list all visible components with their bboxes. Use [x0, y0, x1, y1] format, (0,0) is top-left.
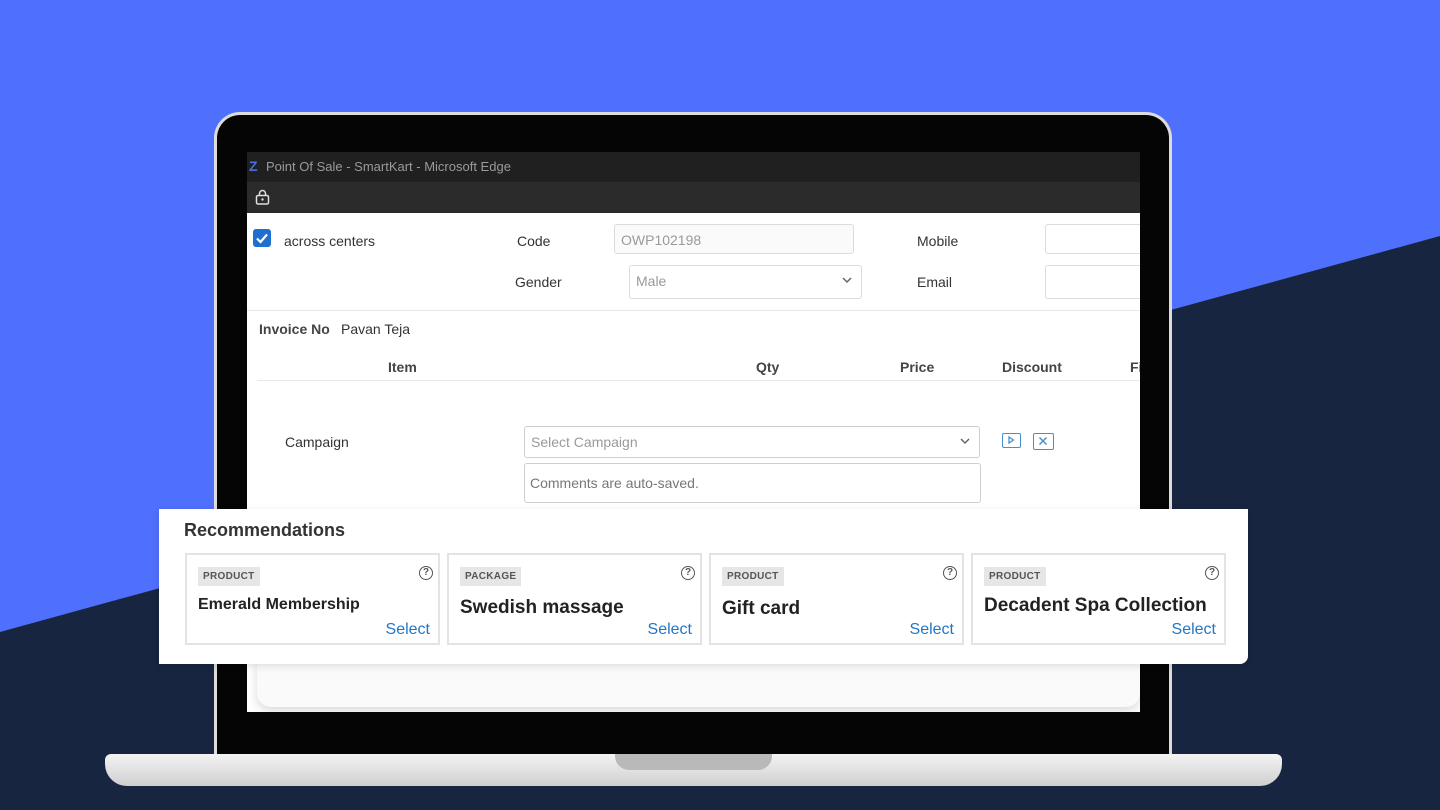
invoice-value: Pavan Teja — [341, 321, 411, 337]
invoice-label: Invoice No — [259, 321, 330, 337]
code-value: OWP102198 — [621, 232, 702, 248]
recommendation-card: PRODUCT ? Decadent Spa Collection Select — [971, 553, 1226, 645]
gender-select[interactable]: Male — [629, 265, 862, 299]
column-header-qty: Qty — [756, 359, 780, 375]
help-circle-icon[interactable]: ? — [681, 566, 695, 580]
recommendation-card: PACKAGE ? Swedish massage Select — [447, 553, 702, 645]
window-titlebar: Z Point Of Sale - SmartKart - Microsoft … — [247, 152, 1140, 182]
help-circle-icon[interactable]: ? — [943, 566, 957, 580]
close-button[interactable] — [1033, 433, 1054, 450]
item-name: Gift card — [722, 598, 801, 619]
help-circle-icon[interactable]: ? — [1205, 566, 1219, 580]
mobile-field[interactable] — [1045, 224, 1140, 254]
select-button[interactable]: Select — [910, 621, 954, 639]
email-field[interactable] — [1045, 265, 1140, 299]
gender-value: Male — [636, 273, 667, 289]
mobile-label: Mobile — [917, 233, 959, 249]
recommendations-title: Recommendations — [184, 520, 346, 540]
code-label: Code — [517, 233, 551, 249]
comments-placeholder: Comments are auto-saved. — [530, 475, 699, 491]
item-name: Swedish massage — [460, 597, 624, 618]
footer-panel — [257, 659, 1140, 707]
table-header-divider — [257, 380, 1140, 381]
item-type-badge: PRODUCT — [198, 567, 260, 586]
column-header-discount: Discount — [1002, 359, 1062, 375]
comments-textarea[interactable]: Comments are auto-saved. — [524, 463, 981, 503]
select-button[interactable]: Select — [1172, 621, 1216, 639]
item-name: Decadent Spa Collection — [984, 595, 1207, 616]
select-button[interactable]: Select — [386, 621, 430, 639]
item-type-badge: PRODUCT — [984, 567, 1046, 586]
select-button[interactable]: Select — [648, 621, 692, 639]
email-label: Email — [917, 274, 953, 290]
play-button[interactable] — [1002, 433, 1021, 448]
recommendation-card: PRODUCT ? Emerald Membership Select — [185, 553, 440, 645]
window-title: Point Of Sale - SmartKart - Microsoft Ed… — [266, 159, 511, 174]
across-centers-label: across centers — [284, 233, 376, 249]
divider — [247, 310, 1140, 311]
campaign-placeholder: Select Campaign — [531, 434, 638, 450]
item-type-badge: PRODUCT — [722, 567, 784, 586]
code-field[interactable]: OWP102198 — [614, 224, 854, 254]
gender-label: Gender — [515, 274, 562, 290]
address-bar — [247, 182, 1140, 213]
item-type-badge: PACKAGE — [460, 567, 522, 586]
recommendations-panel: Recommendations PRODUCT ? Emerald Member… — [159, 509, 1248, 664]
chevron-down-icon — [842, 277, 852, 284]
play-icon — [1008, 435, 1015, 445]
column-header-final: Fi — [1130, 359, 1140, 375]
campaign-label: Campaign — [285, 434, 349, 450]
column-header-item: Item — [388, 359, 417, 375]
close-icon — [1038, 436, 1048, 446]
help-circle-icon[interactable]: ? — [419, 566, 433, 580]
lock-icon[interactable] — [255, 189, 270, 205]
item-name: Emerald Membership — [198, 596, 360, 613]
campaign-select[interactable]: Select Campaign — [524, 426, 980, 458]
recommendation-card: PRODUCT ? Gift card Select — [709, 553, 964, 645]
laptop-notch — [615, 754, 772, 770]
app-logo-icon: Z — [249, 158, 258, 174]
across-centers-checkbox[interactable] — [253, 229, 271, 247]
column-header-price: Price — [900, 359, 935, 375]
check-icon — [256, 233, 268, 244]
chevron-down-icon — [960, 438, 970, 445]
